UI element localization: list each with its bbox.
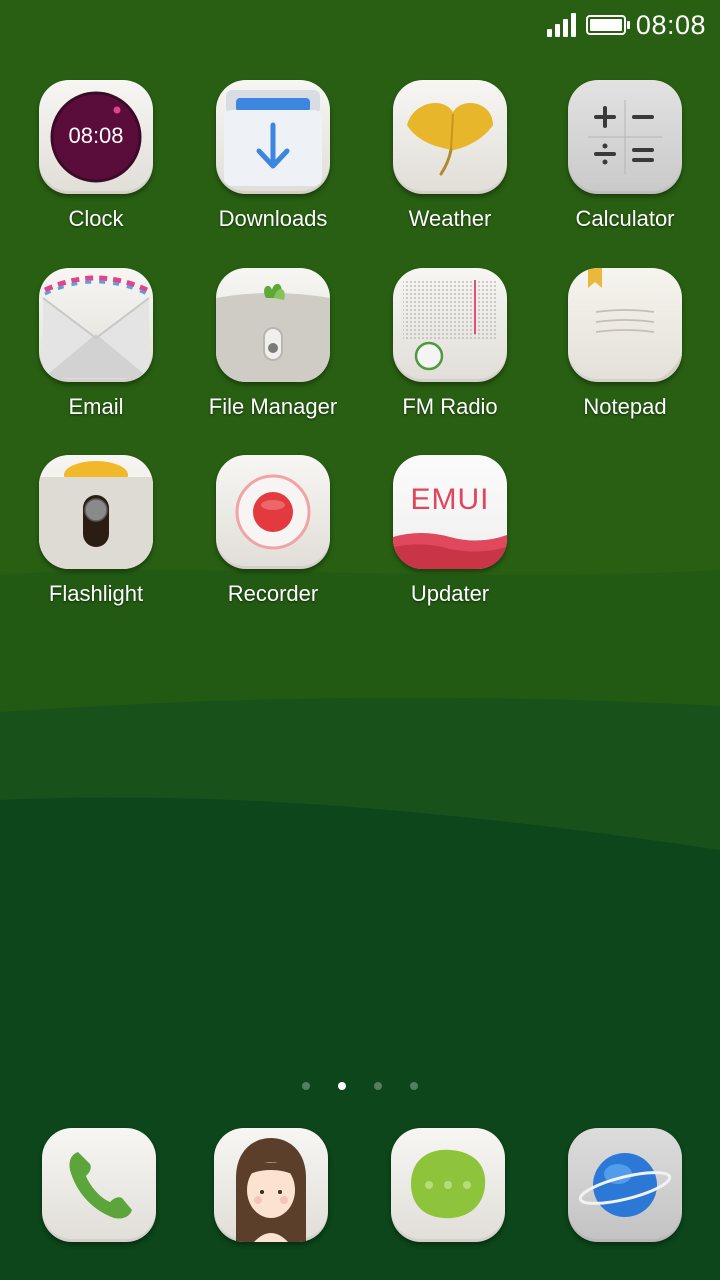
clock-face-time: 08:08	[68, 123, 124, 148]
dock-phone[interactable]	[42, 1128, 156, 1242]
ginkgo-leaf-icon	[393, 80, 507, 194]
app-label: Email	[68, 394, 124, 419]
app-email[interactable]: Email	[11, 268, 181, 420]
app-label: Updater	[410, 581, 490, 606]
app-label: Clock	[68, 206, 124, 231]
app-fm-radio[interactable]: FM Radio	[365, 268, 535, 420]
app-label: Flashlight	[48, 581, 144, 606]
app-updater[interactable]: EMUI Updater	[365, 455, 535, 607]
envelope-icon	[39, 268, 153, 382]
battery-icon	[585, 15, 630, 35]
app-calculator[interactable]: Calculator	[540, 80, 710, 232]
page-indicator	[0, 1082, 720, 1090]
download-arrow-icon	[216, 80, 330, 194]
app-label: FM Radio	[402, 394, 498, 419]
contacts-girl-icon	[214, 1128, 328, 1242]
dock-contacts[interactable]	[214, 1128, 328, 1242]
app-notepad[interactable]: Notepad	[540, 268, 710, 420]
page-dot[interactable]	[302, 1082, 310, 1090]
app-downloads[interactable]: Downloads	[188, 80, 358, 232]
page-dot-active[interactable]	[338, 1082, 346, 1090]
status-bar: 08:08	[0, 0, 720, 50]
app-label: File Manager	[208, 394, 338, 419]
app-label: Weather	[408, 206, 492, 231]
page-dot[interactable]	[410, 1082, 418, 1090]
emui-updater-icon: EMUI	[393, 455, 507, 569]
app-label: Downloads	[218, 206, 328, 231]
notepad-icon	[568, 268, 682, 382]
flashlight-switch-icon	[39, 455, 153, 569]
app-weather[interactable]: Weather	[365, 80, 535, 232]
calculator-icon	[568, 80, 682, 194]
app-label: Recorder	[227, 581, 319, 606]
app-label: Notepad	[583, 394, 667, 419]
page-dot[interactable]	[374, 1082, 382, 1090]
messaging-icon	[391, 1128, 505, 1242]
phone-icon	[42, 1128, 156, 1242]
app-label: Calculator	[575, 206, 675, 231]
record-icon	[216, 455, 330, 569]
app-flashlight[interactable]: Flashlight	[11, 455, 181, 607]
folder-icon	[216, 268, 330, 382]
browser-planet-icon	[568, 1128, 682, 1242]
status-time: 08:08	[635, 9, 706, 40]
dock-browser[interactable]	[568, 1128, 682, 1242]
app-clock[interactable]: 08:08 Clock	[11, 80, 181, 232]
app-file-manager[interactable]: File Manager	[188, 268, 358, 420]
app-recorder[interactable]: Recorder	[188, 455, 358, 607]
radio-icon	[393, 268, 507, 382]
dock-messaging[interactable]	[391, 1128, 505, 1242]
signal-icon	[546, 13, 576, 37]
clock-icon: 08:08	[39, 80, 153, 194]
updater-badge-text: EMUI	[410, 483, 490, 516]
